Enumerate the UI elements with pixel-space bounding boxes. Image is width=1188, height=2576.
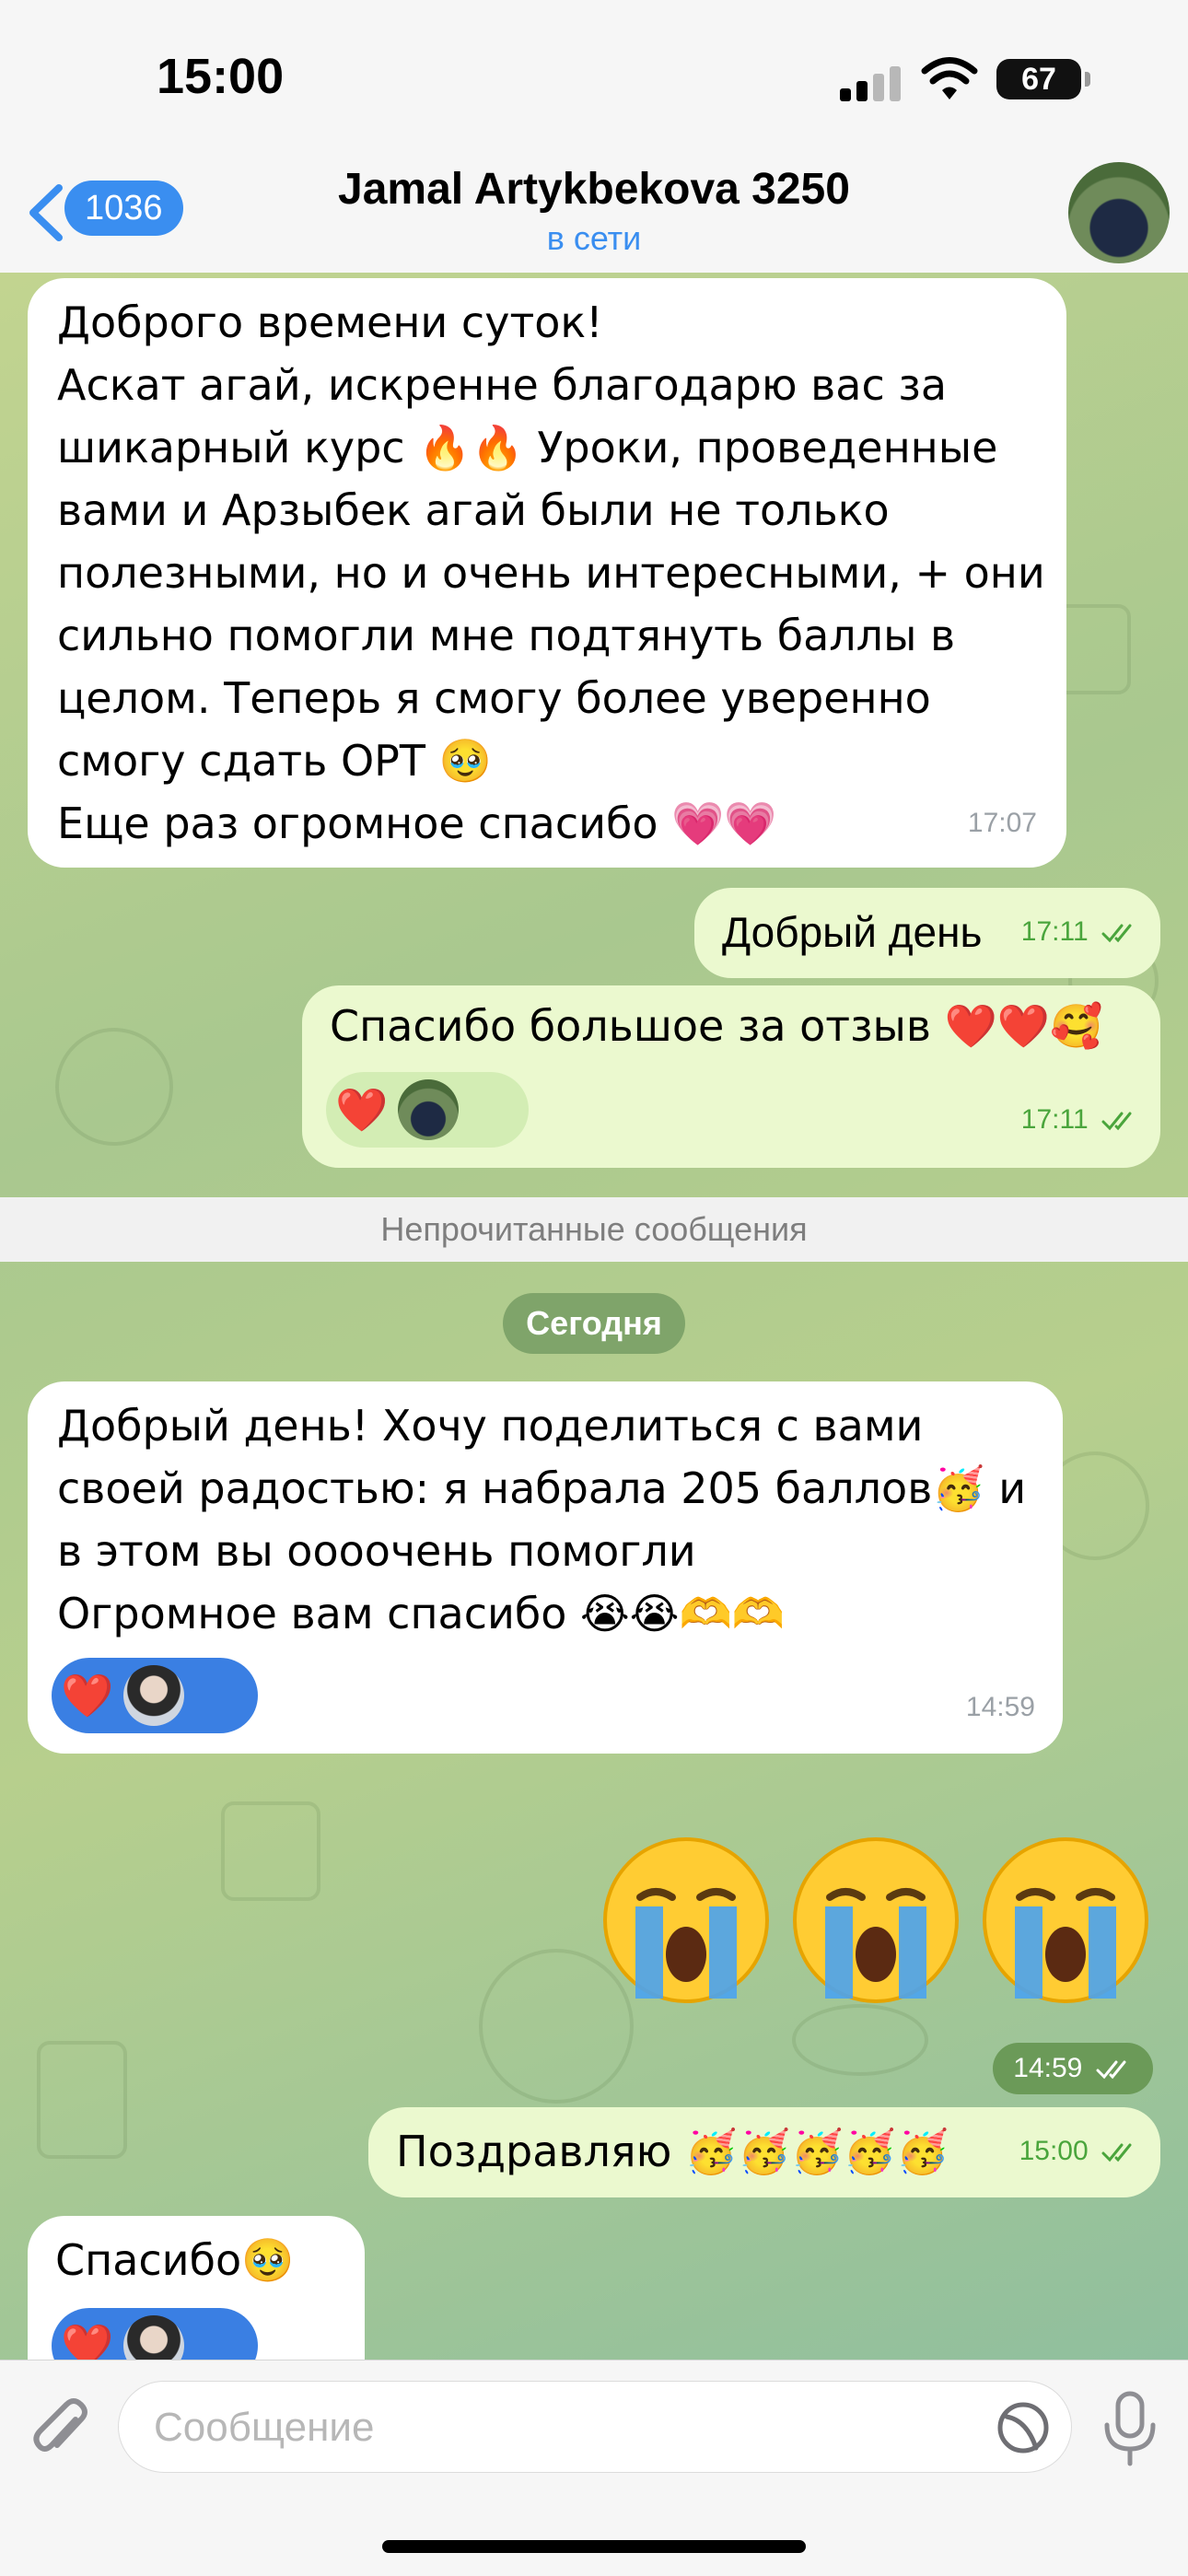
online-status: в сети <box>546 219 642 257</box>
microphone-icon[interactable] <box>1098 2390 1162 2467</box>
unread-separator: Непрочитанные сообщения <box>0 1197 1188 1262</box>
battery-icon: 67 <box>996 59 1090 99</box>
message-reaction[interactable]: ❤️ <box>326 1072 529 1148</box>
status-bar: 15:00 67 <box>0 0 1188 147</box>
message-bubble-incoming[interactable]: Доброго времени суток! Аскат агай, искре… <box>28 278 1066 868</box>
sticker-icon[interactable] <box>996 2400 1051 2455</box>
heart-reaction: ❤️ <box>335 1085 389 1135</box>
message-text: Поздравляю 🥳🥳🥳🥳🥳 <box>396 2127 949 2176</box>
message-time: 17:11 <box>1020 1104 1089 1135</box>
reaction-avatar <box>123 1665 184 1726</box>
battery-percent: 67 <box>1021 62 1056 97</box>
message-text: Доброго времени суток! Аскат агай, искре… <box>57 297 1045 848</box>
message-text: Добрый день <box>722 908 983 956</box>
emoji-message-time: 14:59 <box>993 2043 1153 2094</box>
big-emoji-crying-icon[interactable] <box>788 1833 963 2008</box>
message-meta: 17:11 <box>1021 1089 1138 1151</box>
message-input-placeholder: Сообщение <box>154 2405 375 2450</box>
double-check-icon <box>1101 1112 1132 1131</box>
message-time: 14:59 <box>965 1692 1035 1722</box>
message-meta: 15:00 <box>1019 2120 1138 2183</box>
home-indicator <box>382 2540 806 2553</box>
message-bubble-outgoing[interactable]: Добрый день 17:11 <box>694 888 1160 978</box>
heart-reaction: ❤️ <box>61 1671 114 1720</box>
message-text: Добрый день! Хочу поделиться с вами свое… <box>57 1401 1027 1638</box>
message-time: 15:00 <box>1019 2136 1089 2166</box>
message-time: 17:07 <box>967 808 1037 838</box>
double-check-icon <box>1101 2143 1132 2162</box>
status-time: 15:00 <box>157 49 285 104</box>
wifi-icon <box>921 57 978 99</box>
message-input[interactable]: Сообщение <box>118 2381 1072 2473</box>
reaction-avatar <box>398 1079 459 1140</box>
paperclip-icon[interactable] <box>28 2392 92 2465</box>
chat-title[interactable]: Jamal Artykbekova 3250 <box>0 164 1188 215</box>
message-bubble-outgoing[interactable]: Спасибо большое за отзыв ❤️❤️🥰 ❤️ 17:11 <box>302 985 1160 1168</box>
message-bubble-incoming[interactable]: Добрый день! Хочу поделиться с вами свое… <box>28 1381 1063 1754</box>
cellular-signal-icon <box>840 64 904 101</box>
contact-avatar[interactable] <box>1068 162 1170 263</box>
message-reaction[interactable]: ❤️ <box>52 1658 258 1733</box>
message-text: Спасибо большое за отзыв ❤️❤️🥰 <box>330 1001 1103 1051</box>
date-pill: Сегодня <box>503 1293 685 1354</box>
message-text: Спасибо🥹 <box>55 2235 295 2285</box>
message-meta: 17:11 <box>1021 901 1138 963</box>
double-check-icon <box>1096 2060 1126 2080</box>
big-emoji-crying-icon[interactable] <box>599 1833 774 2008</box>
message-bubble-outgoing[interactable]: Поздравляю 🥳🥳🥳🥳🥳 15:00 <box>368 2107 1160 2197</box>
chat-header: 1036 Jamal Artykbekova 3250 в сети <box>0 147 1188 274</box>
double-check-icon <box>1101 924 1132 943</box>
message-time: 17:11 <box>1020 916 1089 947</box>
message-time: 14:59 <box>1013 2053 1083 2083</box>
big-emoji-crying-icon[interactable] <box>978 1833 1153 2008</box>
